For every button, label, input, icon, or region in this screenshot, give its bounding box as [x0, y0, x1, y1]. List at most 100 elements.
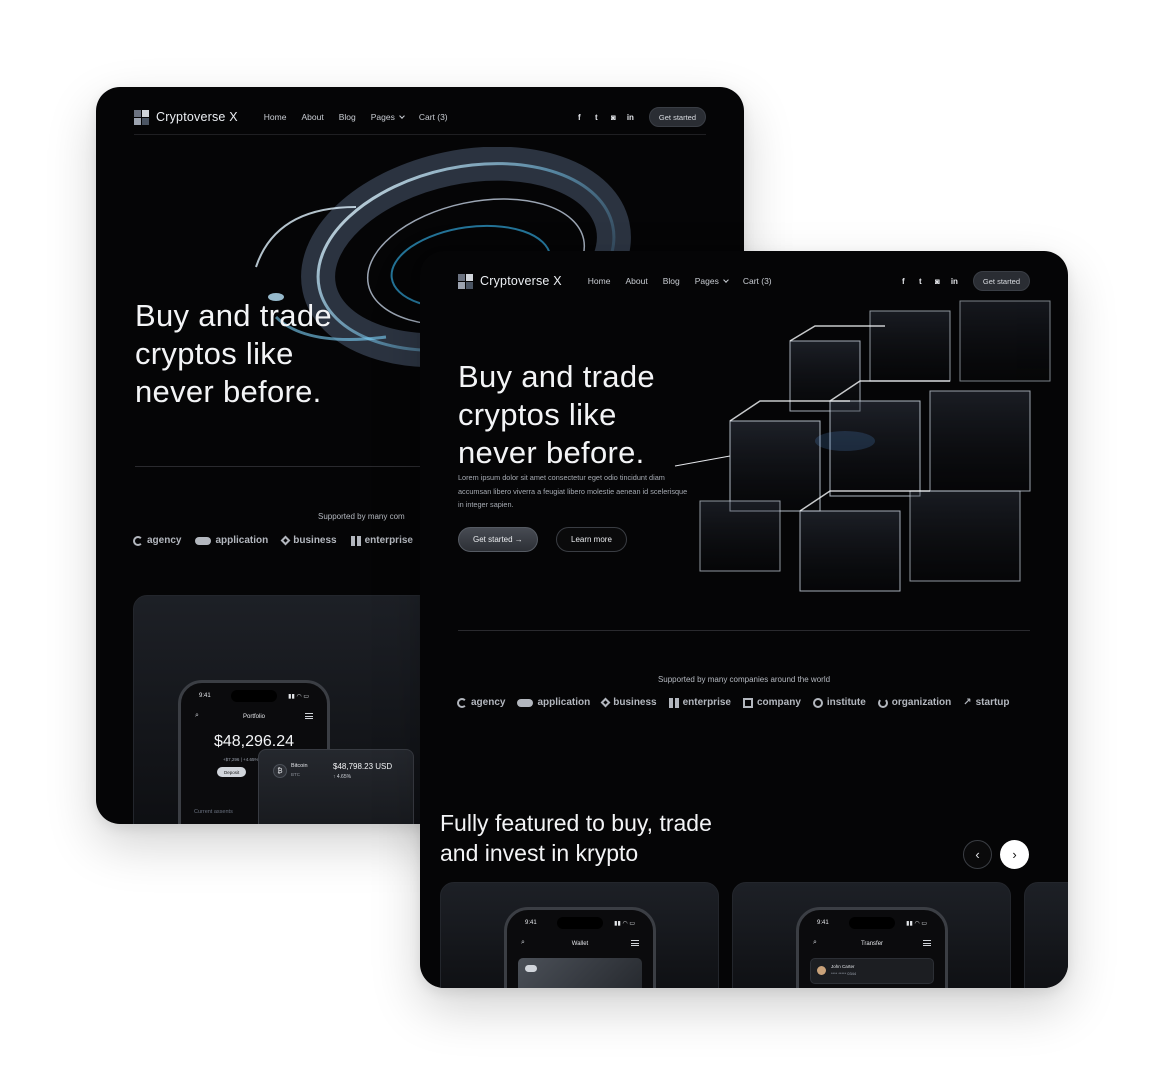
glass-cubes-art — [674, 300, 1051, 592]
ring-icon — [812, 697, 823, 708]
agency-icon — [457, 697, 467, 708]
feature-card-wallet[interactable]: 9:41 ▮▮ ◠ ▭ ⌕ Wallet — [440, 882, 719, 988]
twitter-icon[interactable]: t — [592, 113, 601, 122]
bitcoin-icon: ₿ — [273, 764, 287, 778]
logo[interactable]: Cryptoverse X — [458, 273, 562, 289]
wallet-phone: 9:41 ▮▮ ◠ ▭ ⌕ Wallet — [504, 907, 656, 988]
agency-icon — [133, 535, 143, 546]
brand-name: agency — [471, 697, 506, 708]
status-bar: 9:41 ▮▮ ◠ ▭ — [817, 920, 927, 927]
brand-name: application — [215, 535, 269, 546]
nav-about[interactable]: About — [625, 276, 647, 286]
features-title-line-2: and invest in krypto — [440, 840, 639, 866]
nav-about[interactable]: About — [301, 112, 323, 122]
front-preview-card: Cryptoverse X Home About Blog Pages Cart… — [420, 251, 1068, 988]
brand-name: application — [537, 697, 591, 708]
wallet-card — [518, 958, 642, 988]
status-time: 9:41 — [199, 693, 211, 699]
supported-label: Supported by many com — [318, 512, 405, 521]
feature-card-next[interactable] — [1024, 882, 1068, 988]
twitter-icon[interactable]: t — [916, 277, 925, 286]
contact-row[interactable]: John Carter **** ***** 0344 — [810, 958, 934, 984]
nav-blog[interactable]: Blog — [663, 276, 680, 286]
linkedin-icon[interactable]: in — [626, 113, 635, 122]
hero-line-3: never before. — [458, 435, 645, 470]
nav-pages[interactable]: Pages — [370, 112, 405, 122]
nav-pages-label: Pages — [694, 276, 719, 286]
brand-name: agency — [147, 535, 182, 546]
features-title: Fully featured to buy, trade and invest … — [440, 808, 712, 868]
brand-logos: agency application business enterprise c… — [457, 697, 1010, 708]
status-time: 9:41 — [817, 920, 829, 926]
signal-icon: ▮▮ ◠ ▭ — [614, 921, 635, 927]
menu-icon[interactable] — [923, 940, 931, 946]
trend-up-icon: ↗ — [963, 697, 972, 708]
brand-application: application — [195, 535, 268, 546]
menu-icon[interactable] — [631, 940, 639, 946]
learn-more-button[interactable]: Learn more — [556, 527, 627, 552]
nav-home[interactable]: Home — [588, 276, 611, 286]
portfolio-change: +$7,296 | +4.65% — [223, 757, 259, 762]
hero-title-back: Buy and trade cryptos like never before. — [135, 297, 332, 411]
square-icon — [742, 697, 753, 708]
nav-divider — [134, 134, 706, 135]
brand-business: business — [600, 697, 657, 708]
brand-name: company — [756, 697, 801, 708]
nav-blog[interactable]: Blog — [339, 112, 356, 122]
brand-name: startup — [975, 697, 1010, 708]
brand-enterprise: enterprise — [668, 697, 731, 708]
carousel-prev-button[interactable]: ‹ — [963, 840, 992, 869]
contact-card: **** ***** 0344 — [831, 971, 857, 976]
brand-name: business — [293, 535, 337, 546]
portfolio-showcase: 9:41 ▮▮ ◠ ▭ ⌕ Portfolio $48,296.24 +$7,29… — [133, 595, 433, 824]
hero-divider — [135, 466, 424, 467]
chevron-down-icon — [398, 113, 405, 119]
top-nav: Cryptoverse X Home About Blog Pages Cart… — [134, 99, 706, 135]
hero-line-3: never before. — [135, 374, 322, 409]
get-started-nav-button[interactable]: Get started — [648, 107, 706, 127]
nav-cart[interactable]: Cart (3) — [743, 276, 772, 286]
get-started-nav-button[interactable]: Get started — [972, 271, 1030, 291]
get-started-button[interactable]: Get started → — [458, 527, 538, 552]
instagram-icon[interactable]: ◙ — [609, 113, 618, 122]
brand-business: business — [280, 535, 337, 546]
brand-name: institute — [826, 697, 866, 708]
logo[interactable]: Cryptoverse X — [134, 109, 238, 125]
brand-agency: agency — [133, 535, 181, 546]
hero-line-2: cryptos like — [135, 336, 294, 371]
chevron-down-icon — [722, 277, 729, 283]
nav-home[interactable]: Home — [264, 112, 287, 122]
supported-label: Supported by many companies around the w… — [657, 675, 831, 684]
bitcoin-card: ₿ Bitcoin BTC $48,798.23 USD ↑ 4.65% — [258, 749, 414, 824]
hero-description: Lorem ipsum dolor sit amet consectetur e… — [458, 473, 688, 509]
facebook-icon[interactable]: f — [575, 113, 584, 122]
contact-name: John Carter — [831, 964, 855, 969]
nav-cart[interactable]: Cart (3) — [419, 112, 448, 122]
logo-icon — [134, 109, 149, 125]
bitcoin-change: ↑ 4.65% — [333, 774, 352, 780]
brand-name: organization — [891, 697, 952, 708]
chevron-right-icon: › — [1012, 847, 1017, 862]
transfer-phone: 9:41 ▮▮ ◠ ▭ ⌕ Transfer John Carter **** *… — [796, 907, 948, 988]
nav-pages[interactable]: Pages — [694, 276, 729, 286]
signal-icon: ▮▮ ◠ ▭ — [288, 694, 309, 700]
nav-pages-label: Pages — [370, 112, 395, 122]
facebook-icon[interactable]: f — [899, 277, 908, 286]
card-logo-icon — [525, 965, 537, 972]
brand-organization: organization — [877, 697, 952, 708]
logo-text: Cryptoverse X — [480, 274, 562, 288]
feature-card-transfer[interactable]: 9:41 ▮▮ ◠ ▭ ⌕ Transfer John Carter **** *… — [732, 882, 1011, 988]
swirl-icon — [877, 697, 888, 708]
brand-institute: institute — [812, 697, 866, 708]
cloud-icon — [195, 536, 212, 545]
status-time: 9:41 — [525, 920, 537, 926]
instagram-icon[interactable]: ◙ — [933, 277, 942, 286]
hero-line-1: Buy and trade — [458, 359, 655, 394]
brand-name: business — [613, 697, 657, 708]
logo-icon — [458, 273, 473, 289]
bitcoin-name: Bitcoin — [291, 763, 308, 769]
deposit-button[interactable]: Deposit — [217, 767, 247, 777]
linkedin-icon[interactable]: in — [950, 277, 959, 286]
carousel-next-button[interactable]: › — [1000, 840, 1029, 869]
menu-icon[interactable] — [305, 713, 313, 719]
